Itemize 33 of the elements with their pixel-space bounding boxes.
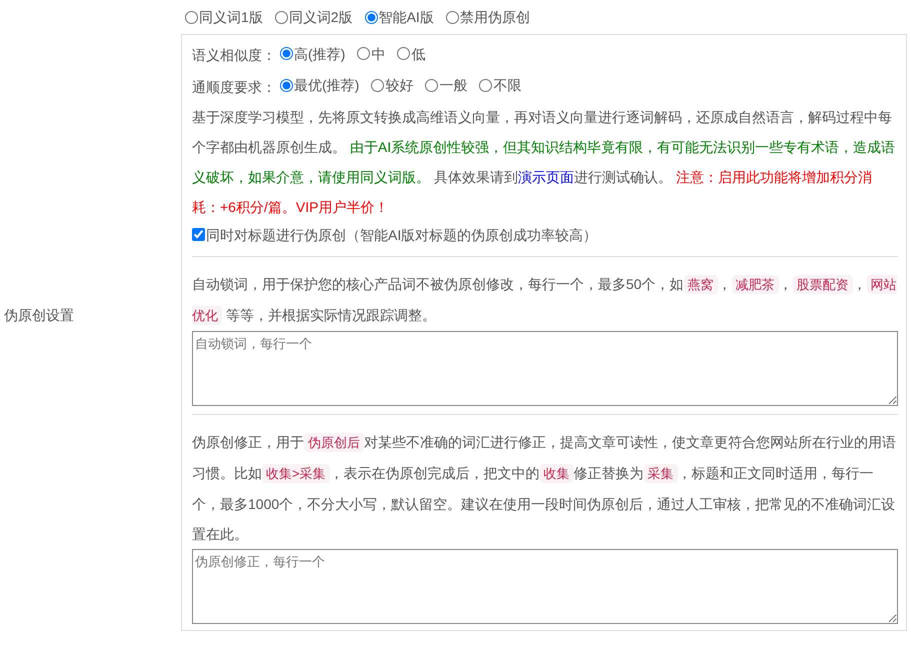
radio-label[interactable]: 最优(推荐)	[294, 70, 360, 100]
radio-label[interactable]: 同义词1版	[199, 2, 263, 32]
field-label: 语义相似度：	[192, 47, 276, 63]
radio-label[interactable]: 高(推荐)	[294, 38, 346, 68]
lock-words-description: 自动锁词，用于保护您的核心产品词不被伪原创修改，每行一个，最多50个，如 燕窝 ， 减肥茶 ， 股票配资 ， 网站优化 等等，并根据实际情况跟踪调整。	[192, 274, 898, 326]
corrections-field[interactable]: 伪原创修正，每行一个	[192, 548, 898, 624]
radio-button[interactable]	[274, 10, 288, 24]
radio-label[interactable]: 智能AI版	[378, 2, 434, 32]
radio-label[interactable]: 一般	[439, 70, 468, 100]
radio-button[interactable]	[357, 47, 370, 60]
corrections-description: 伪原创修正，用于 伪原创后 对某些不准确的词汇进行修正，提高文章可读性，使文章更符合您网站所在行业的用语习惯。比如 收集>采集 ，表示在伪原创完成后，把文中的 收集 修正替换为 采集 ，标题和正文同时适用，每行一个，最多1000个，不分大小写，默认留空。建议在使用一段时间伪原创后，通过人工审核，把常见的不准确词汇设置在此。	[192, 432, 897, 544]
ai-description: 基于深度学习模型，先将原文转换成高维语义向量，再对语义向量进行逐词解码，还原成自然语言，解码过程中每个字都由机器原创生成。 由于AI系统原创性较强，但其知识结构毕竟有限，有可能无法识别一些专有术语，造成语义破坏，如果介意，请使用同义词版。 具体效果请到演示页面进行测试确认。 注意：启用此功能将增加积分消耗：+6积分/篇。VIP用户半价！	[192, 108, 896, 216]
radio-label[interactable]: 不限	[493, 70, 522, 100]
title-checkbox[interactable]	[192, 228, 205, 241]
radio-button[interactable]	[397, 47, 410, 60]
radio-label[interactable]: 禁用伪原创	[460, 2, 530, 32]
radio-button[interactable]	[446, 10, 459, 24]
field-label: 通顺度要求：	[192, 78, 276, 94]
radio-button[interactable]	[280, 47, 293, 60]
radio-button[interactable]	[185, 10, 198, 24]
checkbox-label[interactable]: 同时对标题进行伪原创（智能AI版对标题的伪原创成功率较高）	[206, 222, 598, 248]
radio-label[interactable]: 中	[371, 38, 386, 68]
radio-label[interactable]: 低	[411, 38, 426, 68]
lock-words-field[interactable]: 自动锁词，每行一个	[192, 330, 898, 406]
radio-label[interactable]: 同义词2版	[288, 2, 353, 32]
radio-button[interactable]	[479, 78, 492, 92]
radio-button[interactable]	[425, 78, 438, 92]
radio-button[interactable]	[280, 78, 293, 92]
radio-button[interactable]	[364, 10, 378, 24]
demo-page-link[interactable]: 演示页面	[518, 168, 574, 184]
radio-button[interactable]	[371, 78, 384, 92]
radio-label[interactable]: 较好	[385, 70, 414, 100]
section-label: 伪原创设置	[4, 306, 74, 325]
